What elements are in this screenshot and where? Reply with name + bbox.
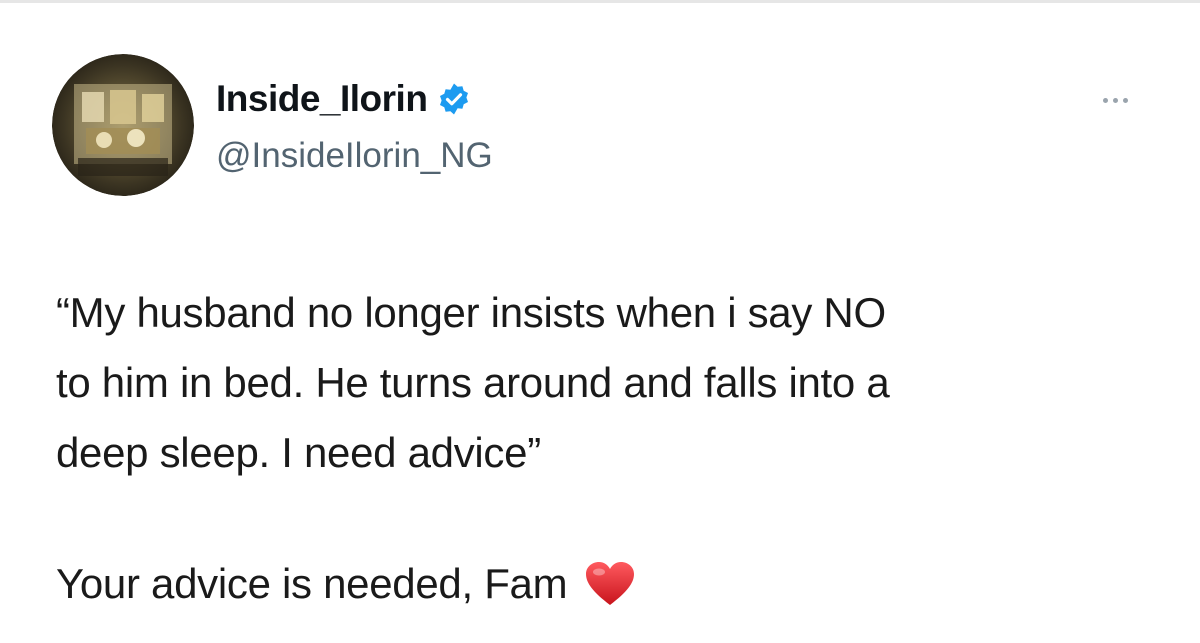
tweet-body: “My husband no longer insists when i say… [56, 278, 1156, 488]
tweet-cta-text: Your advice is needed, Fam [56, 560, 568, 607]
author-display-name[interactable]: Inside_Ilorin [216, 78, 428, 120]
tweet-cta-row: Your advice is needed, Fam [56, 560, 635, 608]
tweet-text-line: deep sleep. I need advice” [56, 429, 541, 476]
tweet-card: Inside_Ilorin @InsideIlorin_NG “My husba… [0, 0, 1200, 643]
more-dot [1122, 97, 1128, 103]
author-handle[interactable]: @InsideIlorin_NG [216, 136, 493, 176]
tweet-text-line: “My husband no longer insists when i say… [56, 289, 886, 336]
more-dot [1112, 97, 1118, 103]
red-heart-icon [585, 561, 635, 607]
top-divider [0, 0, 1200, 3]
avatar-image [52, 54, 194, 196]
verified-badge-icon [437, 82, 471, 116]
tweet-text-line: to him in bed. He turns around and falls… [56, 359, 890, 406]
avatar[interactable] [52, 54, 194, 196]
author-name-row[interactable]: Inside_Ilorin [216, 74, 471, 124]
more-options-button[interactable] [1090, 90, 1140, 110]
more-horizontal-icon [1102, 97, 1108, 103]
